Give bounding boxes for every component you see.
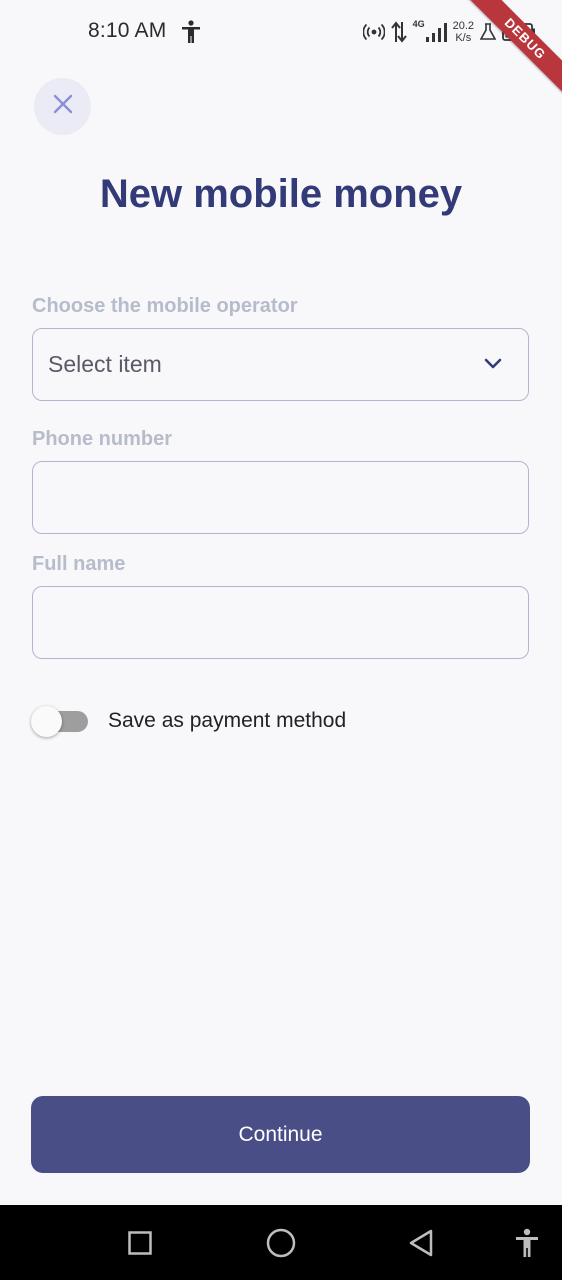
page-title: New mobile money	[99, 172, 463, 216]
signal-icon	[425, 22, 447, 42]
close-icon	[53, 94, 73, 119]
back-icon[interactable]	[408, 1229, 434, 1262]
operator-select-value: Select item	[48, 351, 162, 377]
phone-field[interactable]	[32, 461, 529, 534]
save-payment-label: Save as payment method	[108, 709, 347, 732]
home-icon[interactable]	[266, 1228, 296, 1263]
full-name-input[interactable]	[33, 587, 528, 658]
chevron-down-icon	[484, 357, 502, 375]
close-button[interactable]	[34, 78, 91, 135]
recents-icon[interactable]	[128, 1231, 152, 1260]
net-speed: 20.2 K/s	[453, 20, 474, 44]
operator-select[interactable]: Select item	[32, 328, 529, 401]
continue-button[interactable]: Continue	[31, 1096, 530, 1173]
full-name-field[interactable]	[32, 586, 529, 659]
net-speed-unit: K/s	[455, 32, 472, 44]
phone-input[interactable]	[33, 462, 528, 533]
toggle-thumb[interactable]	[31, 706, 62, 737]
status-bar: 8:10 AM 4G 20.2 K/s	[0, 0, 562, 64]
accessibility-icon	[180, 20, 202, 44]
net-speed-value: 20.2	[452, 20, 474, 32]
phone-label: Phone number	[32, 428, 173, 450]
hotspot-icon	[362, 23, 385, 41]
operator-label: Choose the mobile operator	[32, 295, 298, 317]
data-arrows-icon	[390, 21, 407, 43]
lab-icon	[480, 23, 496, 41]
status-time: 8:10 AM	[88, 19, 167, 42]
network-type: 4G	[412, 19, 425, 29]
accessibility-icon[interactable]	[514, 1228, 540, 1263]
navigation-bar	[0, 1205, 562, 1280]
full-name-label: Full name	[32, 553, 126, 575]
